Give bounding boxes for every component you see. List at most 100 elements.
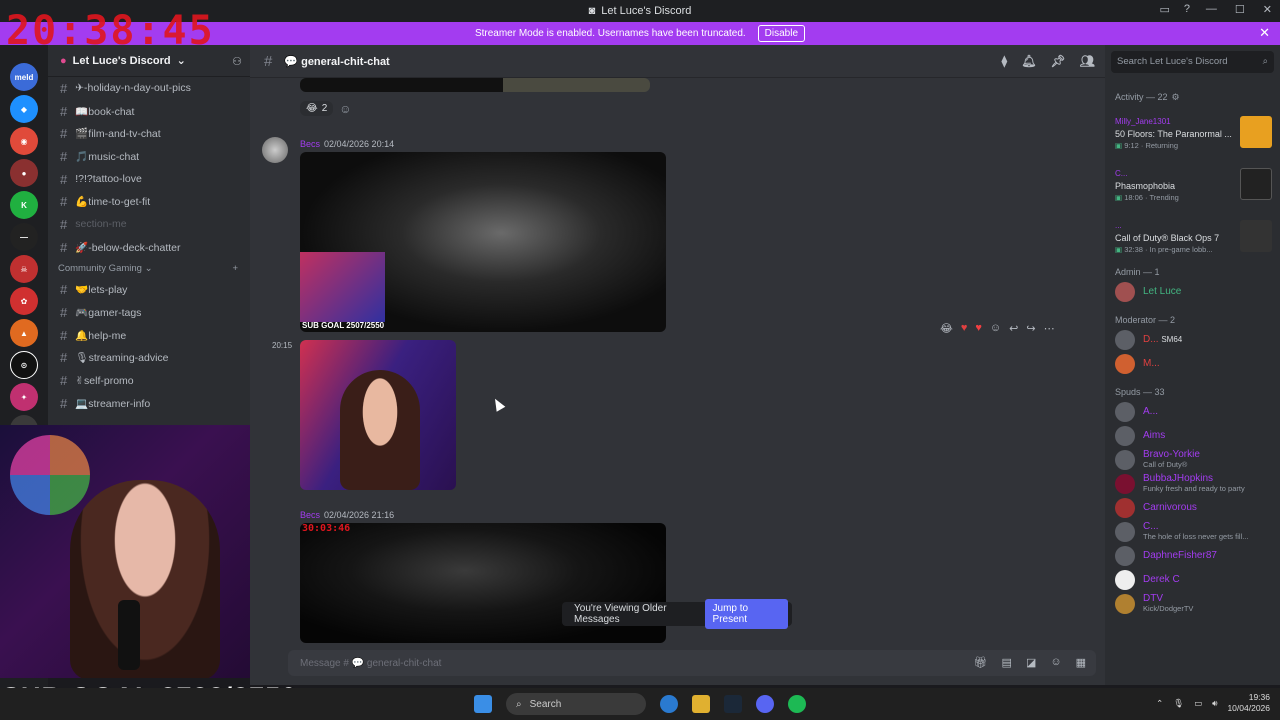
add-reaction-icon[interactable]: ☺ bbox=[339, 102, 351, 116]
search-input[interactable]: Search Let Luce's Discord ⌕ bbox=[1111, 50, 1274, 73]
minimize-button[interactable]: — bbox=[1206, 3, 1217, 16]
gift-icon[interactable]: 🎁︎ bbox=[974, 656, 988, 669]
search-container: Search Let Luce's Discord ⌕ bbox=[1105, 45, 1280, 78]
channel-item[interactable]: # 🔔help-me bbox=[48, 324, 250, 347]
window-title: ◙ Let Luce's Discord bbox=[588, 5, 692, 17]
jump-to-present-button[interactable]: Jump to Present bbox=[704, 599, 788, 629]
network-icon[interactable]: ▭ bbox=[1194, 698, 1202, 709]
help-icon[interactable]: ? bbox=[1184, 3, 1190, 16]
steam-icon[interactable] bbox=[724, 695, 742, 713]
windows-start-icon[interactable] bbox=[474, 695, 492, 713]
message-image[interactable] bbox=[300, 340, 456, 490]
microphone-graphic bbox=[118, 600, 140, 670]
message-image[interactable]: SUB GOAL 2507/2550 bbox=[300, 152, 666, 332]
gear-icon[interactable]: ⚙ bbox=[1172, 92, 1180, 103]
stream-clock-overlay: 20:38:45 bbox=[6, 8, 215, 54]
bell-icon[interactable]: 🔔︎ bbox=[1021, 54, 1036, 68]
member-item[interactable]: Carnivorous bbox=[1105, 496, 1280, 520]
server-icon[interactable]: K bbox=[10, 191, 38, 219]
server-icon[interactable]: ☠ bbox=[10, 255, 38, 283]
maximize-button[interactable]: ☐ bbox=[1235, 3, 1245, 16]
message-input[interactable]: Message # 💬 general-chit-chat 🎁︎ ▤ ◪ ☺ ▦ bbox=[288, 650, 1096, 676]
server-icon[interactable]: ✿ bbox=[10, 287, 38, 315]
channel-item[interactable]: # 🚀-below-deck-chatter bbox=[48, 236, 250, 259]
emoji-icon[interactable]: ☺ bbox=[1050, 656, 1061, 669]
volume-icon[interactable]: 🔊︎ bbox=[1212, 698, 1217, 709]
threads-icon[interactable]: ⧫ bbox=[1001, 54, 1007, 68]
forward-icon[interactable]: ↪ bbox=[1026, 322, 1035, 335]
server-icon[interactable]: ◆ bbox=[10, 95, 38, 123]
member-item[interactable]: Let Luce bbox=[1105, 280, 1280, 304]
reply-icon[interactable]: ↩ bbox=[1009, 322, 1018, 335]
avatar bbox=[1115, 330, 1135, 350]
avatar[interactable] bbox=[262, 137, 288, 163]
channel-item[interactable]: # 🎮gamer-tags bbox=[48, 301, 250, 324]
discord-icon[interactable] bbox=[756, 695, 774, 713]
reaction-heart-icon[interactable]: ♥ bbox=[961, 322, 968, 335]
add-channel-icon[interactable]: + bbox=[232, 263, 238, 274]
activity-card[interactable]: Milly_Jane1301 50 Floors: The Paranormal … bbox=[1105, 108, 1280, 160]
reaction-heart-red-icon[interactable]: ♥ bbox=[975, 322, 982, 335]
channel-item[interactable]: # ✌self-promo bbox=[48, 369, 250, 392]
message-image[interactable] bbox=[300, 78, 650, 92]
image-overlay-text: SUB GOAL 2507/2550 bbox=[302, 321, 385, 330]
server-icon[interactable]: ✦ bbox=[10, 383, 38, 411]
more-icon[interactable]: ⋯ bbox=[1044, 322, 1055, 335]
spotify-icon[interactable] bbox=[788, 695, 806, 713]
close-window-button[interactable]: ✕ bbox=[1263, 3, 1272, 16]
edge-icon[interactable] bbox=[660, 695, 678, 713]
channel-item[interactable]: # 🎙streaming-advice bbox=[48, 347, 250, 370]
member-item[interactable]: M... bbox=[1105, 352, 1280, 376]
inbox-icon[interactable]: ▭ bbox=[1159, 3, 1169, 16]
apps-icon[interactable]: ▦ bbox=[1076, 656, 1086, 669]
member-item[interactable]: Aims bbox=[1105, 424, 1280, 448]
channel-item[interactable]: # !?!?tattoo-love bbox=[48, 168, 250, 191]
activity-card[interactable]: ... Call of Duty® Black Ops 7 ▣ 32:38 · In… bbox=[1105, 212, 1280, 264]
member-item[interactable]: A... bbox=[1105, 400, 1280, 424]
channel-item[interactable]: # 🎵music-chat bbox=[48, 145, 250, 168]
server-icon[interactable]: meld bbox=[10, 63, 38, 91]
channel-item[interactable]: # 💪time-to-get-fit bbox=[48, 190, 250, 213]
taskbar-search[interactable]: ⌕ Search bbox=[506, 693, 646, 715]
invite-icon[interactable]: ⚇ bbox=[232, 55, 242, 68]
server-icon[interactable]: — bbox=[10, 223, 38, 251]
reaction-laugh-icon[interactable]: 😂 bbox=[940, 322, 953, 335]
member-item[interactable]: Derek C bbox=[1105, 568, 1280, 592]
banner-text: Streamer Mode is enabled. Usernames have… bbox=[474, 28, 746, 39]
hash-icon: # bbox=[60, 327, 68, 343]
mic-icon[interactable]: 🎙︎ bbox=[1173, 698, 1184, 709]
hash-icon: # bbox=[60, 148, 68, 164]
add-reaction-icon[interactable]: ☺ bbox=[990, 322, 1001, 335]
server-icon[interactable]: ● bbox=[10, 159, 38, 187]
pin-icon[interactable]: 📌︎ bbox=[1051, 54, 1066, 68]
members-icon[interactable]: 👥︎ bbox=[1080, 54, 1095, 68]
role-header: Moderator — 2 bbox=[1115, 315, 1176, 325]
member-item[interactable]: C... The hole of loss never gets fill... bbox=[1105, 520, 1280, 544]
channel-item[interactable]: # section-me bbox=[48, 213, 250, 236]
disable-button[interactable]: Disable bbox=[757, 25, 806, 42]
file-explorer-icon[interactable] bbox=[692, 695, 710, 713]
reaction-pill[interactable]: 😂 2 bbox=[300, 101, 334, 116]
role-header: Spuds — 33 bbox=[1115, 387, 1165, 397]
member-item[interactable]: BubbaJHopkins Funky fresh and ready to pa… bbox=[1105, 472, 1280, 496]
member-item[interactable]: DaphneFisher87 bbox=[1105, 544, 1280, 568]
channel-item[interactable]: # 💻streamer-info bbox=[48, 392, 250, 415]
gif-icon[interactable]: ▤ bbox=[1002, 656, 1012, 669]
server-icon[interactable]: ⊙ bbox=[10, 351, 38, 379]
hash-icon: # bbox=[60, 216, 68, 232]
member-item[interactable]: D... SM64 bbox=[1105, 328, 1280, 352]
chevron-up-icon[interactable]: ⌃ bbox=[1156, 698, 1163, 709]
channel-item[interactable]: # 📖book-chat bbox=[48, 100, 250, 123]
avatar bbox=[1115, 402, 1135, 422]
category-header[interactable]: Community Gaming ⌄ + bbox=[48, 259, 250, 279]
channel-item[interactable]: # 🤝lets-play bbox=[48, 279, 250, 302]
banner-close-icon[interactable]: ✕ bbox=[1259, 25, 1270, 41]
activity-card[interactable]: C... Phasmophobia ▣ 18:06 · Trending bbox=[1105, 160, 1280, 212]
channel-item[interactable]: # ✈-holiday-n-day-out-pics bbox=[48, 77, 250, 100]
member-item[interactable]: DTV Kick/DodgerTV bbox=[1105, 592, 1280, 616]
server-icon[interactable]: ◉ bbox=[10, 127, 38, 155]
sticker-icon[interactable]: ◪ bbox=[1026, 656, 1036, 669]
server-icon[interactable]: ▲ bbox=[10, 319, 38, 347]
channel-item[interactable]: # 🎬film-and-tv-chat bbox=[48, 122, 250, 145]
member-item[interactable]: Bravo-Yorkie Call of Duty® bbox=[1105, 448, 1280, 472]
